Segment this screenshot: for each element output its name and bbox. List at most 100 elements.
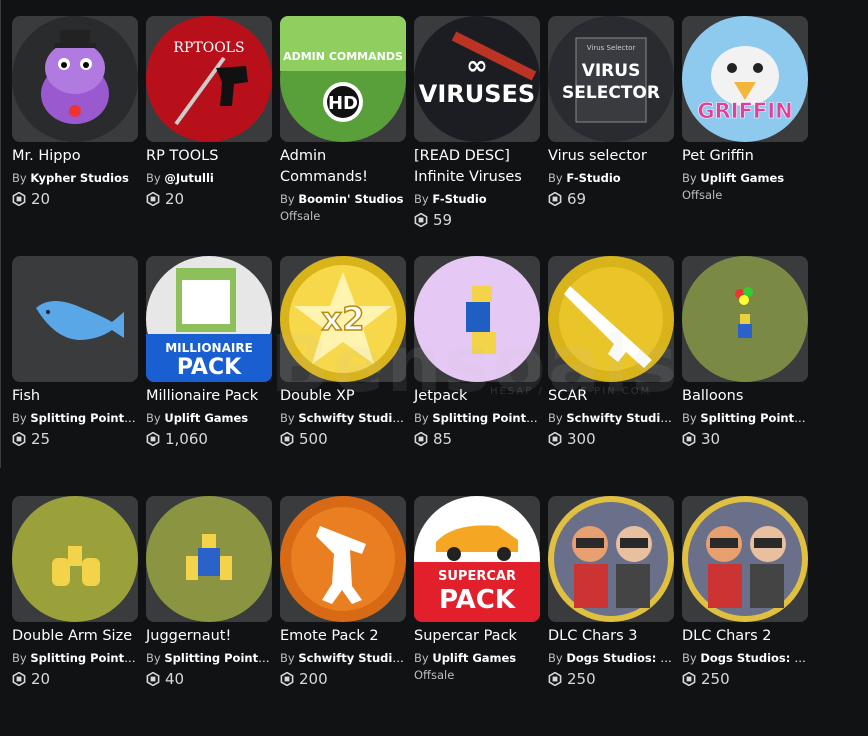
item-price: 25 (12, 429, 138, 449)
item-title[interactable]: Jetpack (414, 386, 540, 407)
price-value: 30 (701, 430, 721, 448)
creator-link[interactable]: Splitting Point Studios (30, 411, 138, 425)
item-thumbnail[interactable] (548, 496, 674, 622)
robux-icon (146, 432, 160, 446)
item-title[interactable]: [READ DESC] Infinite Viruses (414, 146, 540, 188)
creator-link[interactable]: Kypher Studios (30, 171, 128, 185)
item-creator: By Schwifty Studios (280, 410, 406, 426)
item-card[interactable]: ADMIN COMMANDS HD Admin Commands! By Boomin… (280, 16, 406, 256)
robux-icon (414, 213, 428, 227)
creator-link[interactable]: F-Studio (432, 192, 486, 206)
item-thumbnail[interactable] (12, 16, 138, 142)
item-thumbnail[interactable] (682, 256, 808, 382)
item-card[interactable]: Fish By Splitting Point Studios 25 (12, 256, 138, 496)
creator-link[interactable]: Uplift Games (432, 651, 516, 665)
creator-link[interactable]: Splitting Point Studios (164, 651, 272, 665)
creator-link[interactable]: Uplift Games (164, 411, 248, 425)
item-title[interactable]: SCAR (548, 386, 674, 407)
creator-prefix: By (414, 411, 429, 425)
svg-text:GRIFFIN: GRIFFIN (697, 99, 792, 123)
dlc-chars-3-icon (548, 496, 674, 622)
creator-link[interactable]: F-Studio (566, 171, 620, 185)
item-thumbnail[interactable]: RPTOOLS (146, 16, 272, 142)
item-thumbnail[interactable]: ∞ VIRUSES (414, 16, 540, 142)
item-title[interactable]: Emote Pack 2 (280, 626, 406, 647)
item-card[interactable]: Emote Pack 2 By Schwifty Studios 200 (280, 496, 406, 736)
creator-link[interactable]: Uplift Games (700, 171, 784, 185)
creator-prefix: By (280, 192, 295, 206)
item-card[interactable]: Mr. Hippo By Kypher Studios 20 (12, 16, 138, 256)
item-thumbnail[interactable] (280, 496, 406, 622)
page-divider (0, 0, 1, 468)
item-thumbnail[interactable]: SUPERCAR PACK (414, 496, 540, 622)
creator-link[interactable]: Splitting Point Studios (432, 411, 540, 425)
item-card[interactable]: Balloons By Splitting Point Studios 30 (682, 256, 808, 496)
item-title[interactable]: DLC Chars 3 (548, 626, 674, 647)
item-card[interactable]: GRIFFIN Pet Griffin By Uplift Games Offsale (682, 16, 808, 256)
grid-row: Double Arm Size By Splitting Point Studio… (12, 496, 808, 736)
item-card[interactable]: MILLIONAIRE PACK Millionaire Pack By Uplift… (146, 256, 272, 496)
item-title[interactable]: Virus selector (548, 146, 674, 167)
item-title[interactable]: Supercar Pack (414, 626, 540, 647)
item-card[interactable]: Virus Selector VIRUS SELECTOR Virus selecto… (548, 16, 674, 256)
item-title[interactable]: Fish (12, 386, 138, 407)
creator-link[interactable]: Schwifty Studios (566, 411, 674, 425)
item-card[interactable]: Double Arm Size By Splitting Point Studio… (12, 496, 138, 736)
item-title[interactable]: Pet Griffin (682, 146, 808, 167)
item-creator: By Splitting Point Studios (12, 410, 138, 426)
item-card[interactable]: Jetpack By Splitting Point Studios 85 (414, 256, 540, 496)
creator-link[interactable]: Schwifty Studios (298, 651, 406, 665)
creator-link[interactable]: @Jutulli (164, 171, 213, 185)
item-title[interactable]: RP TOOLS (146, 146, 272, 167)
svg-text:VIRUSES: VIRUSES (419, 80, 535, 108)
item-card[interactable]: DLC Chars 2 By Dogs Studios: Souls 250 (682, 496, 808, 736)
creator-prefix: By (414, 192, 429, 206)
rp-tools-icon: RPTOOLS (146, 16, 272, 142)
creator-link[interactable]: Splitting Point Studios (30, 651, 138, 665)
svg-text:VIRUS: VIRUS (582, 61, 641, 81)
item-card[interactable]: SCAR By Schwifty Studios 300 (548, 256, 674, 496)
item-title[interactable]: DLC Chars 2 (682, 626, 808, 647)
item-creator: By Splitting Point Studios (12, 650, 138, 666)
item-card[interactable]: Juggernaut! By Splitting Point Studios 40 (146, 496, 272, 736)
item-title[interactable]: Balloons (682, 386, 808, 407)
price-value: 69 (567, 190, 587, 208)
item-thumbnail[interactable] (682, 496, 808, 622)
item-thumbnail[interactable] (548, 256, 674, 382)
item-thumbnail[interactable]: GRIFFIN (682, 16, 808, 142)
creator-prefix: By (548, 411, 563, 425)
item-thumbnail[interactable] (12, 256, 138, 382)
item-thumbnail[interactable] (12, 496, 138, 622)
svg-text:SELECTOR: SELECTOR (562, 83, 660, 103)
item-title[interactable]: Admin Commands! (280, 146, 406, 188)
item-thumbnail[interactable] (414, 256, 540, 382)
item-title[interactable]: Double XP (280, 386, 406, 407)
creator-link[interactable]: Schwifty Studios (298, 411, 406, 425)
item-thumbnail[interactable] (146, 496, 272, 622)
item-title[interactable]: Juggernaut! (146, 626, 272, 647)
item-card[interactable]: x2 Double XP By Schwifty Studios 500 (280, 256, 406, 496)
item-thumbnail[interactable]: Virus Selector VIRUS SELECTOR (548, 16, 674, 142)
item-price: 40 (146, 669, 272, 689)
item-card[interactable]: ∞ VIRUSES [READ DESC] Infinite Viruses By F… (414, 16, 540, 256)
creator-link[interactable]: Dogs Studios: Souls (566, 651, 674, 665)
item-creator: By Uplift Games (146, 410, 272, 426)
robux-icon (146, 672, 160, 686)
item-title[interactable]: Millionaire Pack (146, 386, 272, 407)
creator-prefix: By (12, 651, 27, 665)
robux-icon (12, 432, 26, 446)
item-card[interactable]: RPTOOLS RP TOOLS By @Jutulli 20 (146, 16, 272, 256)
creator-link[interactable]: Splitting Point Studios (700, 411, 808, 425)
creator-link[interactable]: Boomin' Studios (298, 192, 403, 206)
item-thumbnail[interactable]: MILLIONAIRE PACK (146, 256, 272, 382)
creator-link[interactable]: Dogs Studios: Souls (700, 651, 808, 665)
item-title[interactable]: Double Arm Size (12, 626, 138, 647)
item-title[interactable]: Mr. Hippo (12, 146, 138, 167)
item-creator: By Schwifty Studios (280, 650, 406, 666)
item-thumbnail[interactable]: ADMIN COMMANDS HD (280, 16, 406, 142)
item-thumbnail[interactable]: x2 (280, 256, 406, 382)
creator-prefix: By (280, 411, 295, 425)
item-card[interactable]: DLC Chars 3 By Dogs Studios: Souls 250 (548, 496, 674, 736)
item-card[interactable]: SUPERCAR PACK Supercar Pack By Uplift Games… (414, 496, 540, 736)
item-creator: By F-Studio (414, 191, 540, 207)
